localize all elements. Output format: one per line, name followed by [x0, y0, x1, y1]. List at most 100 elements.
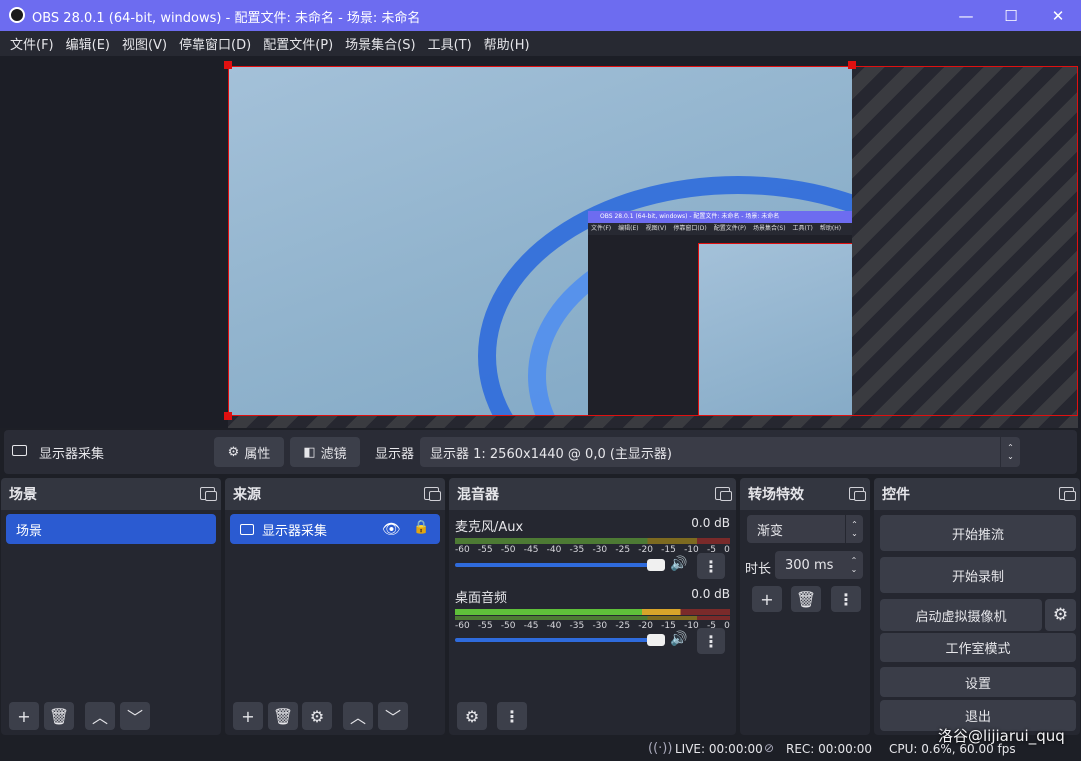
- duration-spinbox[interactable]: 300 ms ⌃ ⌄: [775, 551, 863, 579]
- record-off-icon: ⊘: [764, 741, 775, 755]
- start-virtual-camera-button[interactable]: 启动虚拟摄像机: [880, 599, 1042, 631]
- maximize-button[interactable]: ☐: [988, 0, 1034, 31]
- remove-scene-button[interactable]: 🗑: [44, 702, 74, 730]
- volume-meter: [455, 538, 730, 544]
- remove-source-button[interactable]: 🗑: [268, 702, 298, 730]
- plus-icon: +: [17, 706, 31, 726]
- float-dock-icon[interactable]: [715, 487, 732, 501]
- close-button[interactable]: ✕: [1035, 0, 1081, 31]
- monitor-icon: [240, 523, 254, 535]
- menu-tools[interactable]: 工具(T): [422, 34, 478, 53]
- volume-slider-desktop[interactable]: [455, 638, 665, 642]
- chevron-updown-icon: ⌃ ⌄: [850, 556, 858, 574]
- move-scene-up-button[interactable]: ︿: [85, 702, 115, 730]
- remove-transition-button[interactable]: 🗑: [791, 586, 821, 612]
- chevron-updown-icon: ⌃ ⌄: [845, 515, 863, 543]
- sources-dock: 来源 显示器采集 👁 🔒 + 🗑 ⚙ ︿ ﹀: [225, 478, 445, 735]
- plus-icon: +: [241, 706, 255, 726]
- source-properties-button[interactable]: ⚙: [302, 702, 332, 730]
- mixer-dock-title: 混音器: [457, 487, 499, 503]
- channel-name: 桌面音频: [455, 591, 508, 606]
- scenes-dock: 场景 场景 + 🗑 ︿ ﹀: [1, 478, 221, 735]
- duration-value: 300 ms: [785, 557, 834, 573]
- source-item-label: 显示器采集: [262, 523, 328, 539]
- more-vertical-icon: ⋮: [504, 706, 520, 726]
- mixer-dock-header: 混音器: [449, 478, 736, 510]
- float-dock-icon[interactable]: [1059, 487, 1076, 501]
- float-dock-icon[interactable]: [200, 487, 217, 501]
- filter-icon: ◧: [303, 444, 316, 460]
- filters-button[interactable]: ◧ 滤镜: [290, 437, 360, 467]
- volume-slider-handle[interactable]: [647, 559, 665, 571]
- mixer-channel-desktop: 桌面音频 0.0 dB -60 -55 -50 -45 -40 -35 -30 -25 -20-…: [455, 587, 730, 631]
- start-record-button[interactable]: 开始录制: [880, 557, 1076, 593]
- selection-outline: [228, 66, 1078, 416]
- live-timer: LIVE: 00:00:00: [675, 742, 763, 756]
- watermark-text: 洛谷@lijiarui_quq: [938, 727, 1065, 745]
- mixer-menu-button[interactable]: ⋮: [497, 702, 527, 730]
- source-item[interactable]: 显示器采集 👁 🔒: [230, 514, 440, 544]
- chevron-up-icon: ︿: [349, 708, 366, 727]
- move-scene-down-button[interactable]: ﹀: [120, 702, 150, 730]
- monitor-icon: [12, 445, 27, 456]
- add-scene-button[interactable]: +: [9, 702, 39, 730]
- add-source-button[interactable]: +: [233, 702, 263, 730]
- menu-edit[interactable]: 编辑(E): [60, 34, 116, 53]
- menu-help[interactable]: 帮助(H): [478, 34, 536, 53]
- controls-dock-title: 控件: [882, 487, 910, 503]
- speaker-icon[interactable]: 🔊: [670, 631, 687, 647]
- controls-dock: 控件 开始推流 开始录制 启动虚拟摄像机 ⚙ 工作室模式 设置 退出: [874, 478, 1080, 735]
- chevron-down-icon: ﹀: [384, 708, 401, 727]
- menu-view[interactable]: 视图(V): [116, 34, 173, 53]
- trash-icon: 🗑: [795, 589, 817, 609]
- resize-handle-top-left[interactable]: [224, 61, 232, 69]
- meter-scale: -60 -55 -50 -45 -40 -35 -30 -25 -20 -15 -10 -5 0: [455, 545, 730, 555]
- selected-source-name: 显示器采集: [39, 447, 105, 462]
- float-dock-icon[interactable]: [849, 487, 866, 501]
- float-dock-icon[interactable]: [424, 487, 441, 501]
- volume-slider-handle[interactable]: [647, 634, 665, 646]
- transition-type-select[interactable]: 渐变 ⌃ ⌄: [747, 515, 863, 543]
- window-title: OBS 28.0.1 (64-bit, windows) - 配置文件: 未命名…: [32, 11, 421, 26]
- transition-properties-button[interactable]: ⋮: [831, 586, 861, 612]
- volume-meter-right: [455, 616, 730, 620]
- minimize-button[interactable]: —: [943, 0, 989, 31]
- mic-options-button[interactable]: ⋮: [697, 553, 725, 579]
- desktop-options-button[interactable]: ⋮: [697, 628, 725, 654]
- scene-item-label: 场景: [16, 523, 43, 539]
- move-source-down-button[interactable]: ﹀: [378, 702, 408, 730]
- chevron-updown-icon: ⌃ ⌄: [1000, 437, 1020, 467]
- rec-timer: REC: 00:00:00: [786, 742, 873, 756]
- advanced-audio-button[interactable]: ⚙: [457, 702, 487, 730]
- display-select[interactable]: 显示器 1: 2560x1440 @ 0,0 (主显示器) ⌃ ⌄: [420, 437, 1020, 467]
- channel-level: 0.0 dB: [691, 587, 730, 601]
- mixer-dock: 混音器 麦克风/Aux 0.0 dB -60 -55 -50 -45 -40 -35 -30…: [449, 478, 736, 735]
- properties-button[interactable]: ⚙ 属性: [214, 437, 284, 467]
- transition-type-value: 渐变: [757, 523, 784, 539]
- move-source-up-button[interactable]: ︿: [343, 702, 373, 730]
- menu-file[interactable]: 文件(F): [4, 34, 60, 53]
- eye-icon[interactable]: 👁: [382, 520, 401, 538]
- lock-icon[interactable]: 🔒: [413, 520, 429, 535]
- add-transition-button[interactable]: +: [752, 586, 782, 612]
- settings-button[interactable]: 设置: [880, 667, 1076, 697]
- virtual-camera-settings-button[interactable]: ⚙: [1045, 599, 1076, 631]
- menu-profile[interactable]: 配置文件(P): [257, 34, 339, 53]
- gear-icon: ⚙: [1052, 605, 1069, 625]
- more-vertical-icon: ⋮: [703, 631, 719, 651]
- scene-item[interactable]: 场景: [6, 514, 216, 544]
- mixer-channel-mic: 麦克风/Aux 0.0 dB -60 -55 -50 -45 -40 -35 -30 -25-…: [455, 516, 730, 555]
- resize-handle-top-right[interactable]: [848, 61, 856, 69]
- speaker-icon[interactable]: 🔊: [670, 556, 687, 572]
- preview-canvas[interactable]: OBS 28.0.1 (64-bit, windows) - 配置文件: 未命名…: [0, 56, 1081, 428]
- start-stream-button[interactable]: 开始推流: [880, 515, 1076, 551]
- menu-scene-collection[interactable]: 场景集合(S): [339, 34, 421, 53]
- resize-handle-bottom-left[interactable]: [224, 412, 232, 420]
- controls-dock-header: 控件: [874, 478, 1080, 510]
- properties-label: 属性: [244, 446, 271, 462]
- menu-docks[interactable]: 停靠窗口(D): [173, 34, 257, 53]
- scenes-dock-header: 场景: [1, 478, 221, 510]
- studio-mode-button[interactable]: 工作室模式: [880, 633, 1076, 662]
- plus-icon: +: [760, 589, 774, 609]
- volume-slider-mic[interactable]: [455, 563, 665, 567]
